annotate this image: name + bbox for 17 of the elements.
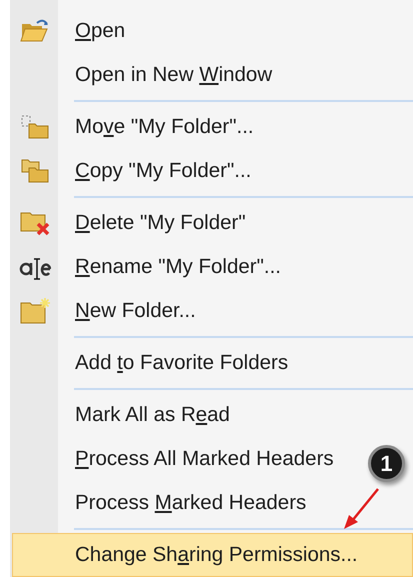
menu-item[interactable]: Delete "My Folder" bbox=[10, 201, 253, 245]
open-folder-icon bbox=[20, 18, 50, 44]
menu-item[interactable]: Add to Favorite Folders bbox=[10, 341, 296, 385]
menu-item[interactable]: Open in New Window bbox=[10, 53, 280, 97]
move-folder-icon bbox=[20, 114, 50, 140]
menu-item[interactable]: Process Marked Headers bbox=[10, 481, 314, 525]
menu-item[interactable]: New Folder... bbox=[10, 289, 203, 333]
copy-folder-icon bbox=[20, 158, 50, 184]
menu-item[interactable]: Copy "My Folder"... bbox=[10, 149, 258, 193]
menu-item[interactable]: Change Sharing Permissions... bbox=[12, 533, 413, 577]
menu-item[interactable]: Rename "My Folder"... bbox=[10, 245, 288, 289]
new-folder-icon bbox=[19, 297, 51, 325]
arrow bbox=[344, 488, 379, 529]
menu-item[interactable]: Move "My Folder"... bbox=[10, 105, 261, 149]
menu-item[interactable]: Process All Marked Headers bbox=[10, 437, 341, 481]
menu-item[interactable]: Mark All as Read bbox=[10, 393, 237, 437]
menu-item[interactable]: Open bbox=[10, 9, 132, 53]
